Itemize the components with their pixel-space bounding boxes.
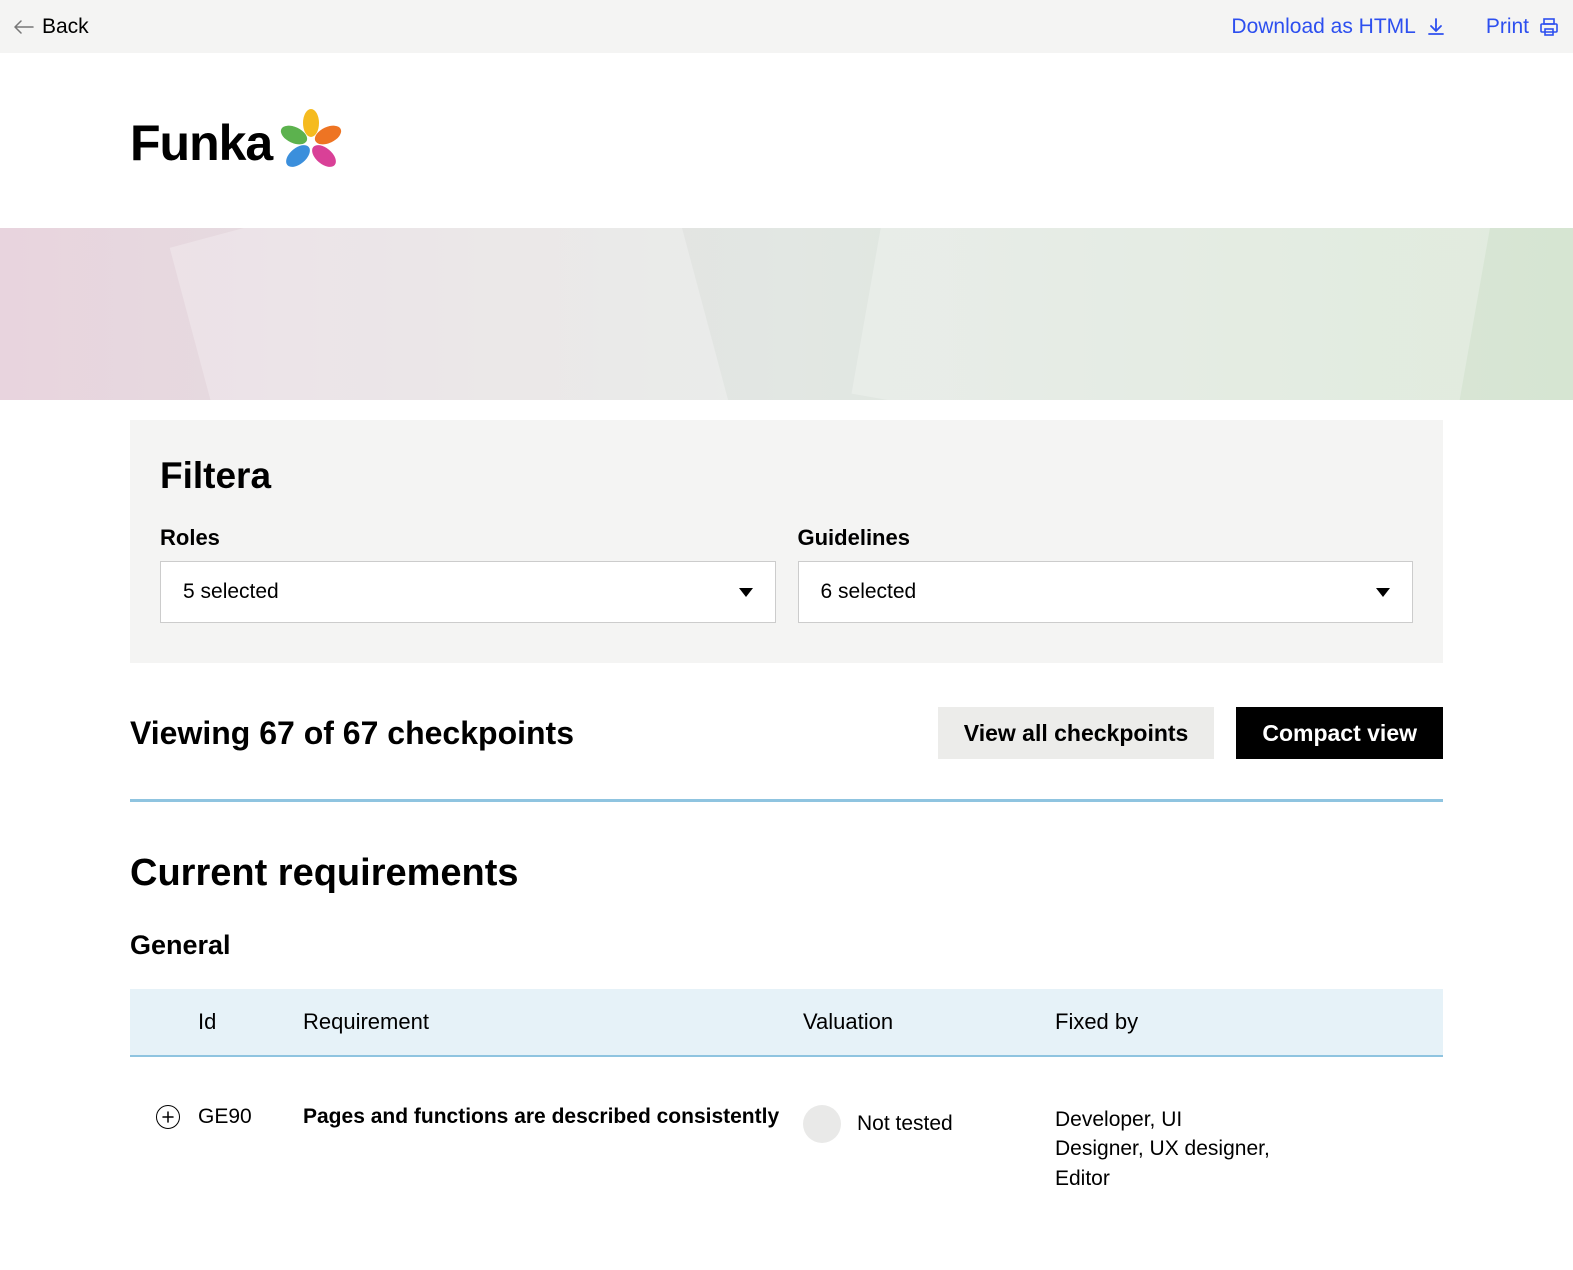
back-label: Back xyxy=(42,15,89,39)
view-all-button[interactable]: View all checkpoints xyxy=(938,707,1215,759)
filter-panel: Filtera Roles 5 selected Guidelines 6 se… xyxy=(130,420,1443,663)
logo-text: Funka xyxy=(130,114,272,172)
logo-flower-icon xyxy=(276,108,346,178)
row-valuation-cell: Not tested xyxy=(803,1105,1055,1143)
topbar-actions: Download as HTML Print xyxy=(1231,15,1559,39)
filter-roles: Roles 5 selected xyxy=(160,525,776,623)
roles-select[interactable]: 5 selected xyxy=(160,561,776,623)
col-valuation-header: Valuation xyxy=(803,1009,1055,1035)
filter-row: Roles 5 selected Guidelines 6 selected xyxy=(160,525,1413,623)
filter-guidelines: Guidelines 6 selected xyxy=(798,525,1414,623)
content: Filtera Roles 5 selected Guidelines 6 se… xyxy=(110,420,1463,1253)
plus-icon xyxy=(162,1111,174,1123)
col-expand xyxy=(130,1009,198,1035)
download-label: Download as HTML xyxy=(1231,15,1415,39)
roles-label: Roles xyxy=(160,525,776,551)
table-row: GE90 Pages and functions are described c… xyxy=(130,1057,1443,1193)
requirements-title: Current requirements xyxy=(130,852,1443,895)
col-fixedby-header: Fixed by xyxy=(1055,1009,1270,1035)
view-buttons: View all checkpoints Compact view xyxy=(938,707,1443,759)
chevron-down-icon xyxy=(739,588,753,597)
print-link[interactable]: Print xyxy=(1486,15,1559,39)
back-button[interactable]: Back xyxy=(14,15,89,39)
viewing-count: Viewing 67 of 67 checkpoints xyxy=(130,715,574,752)
compact-view-button[interactable]: Compact view xyxy=(1236,707,1443,759)
col-id-header: Id xyxy=(198,1009,303,1035)
roles-value: 5 selected xyxy=(183,580,279,604)
print-label: Print xyxy=(1486,15,1529,39)
logo-area: Funka xyxy=(0,53,1573,228)
expand-button[interactable] xyxy=(156,1105,180,1129)
row-id: GE90 xyxy=(198,1105,303,1129)
guidelines-label: Guidelines xyxy=(798,525,1414,551)
download-html-link[interactable]: Download as HTML xyxy=(1231,15,1445,39)
table-header: Id Requirement Valuation Fixed by xyxy=(130,989,1443,1057)
status-dot-icon xyxy=(803,1105,841,1143)
guidelines-select[interactable]: 6 selected xyxy=(798,561,1414,623)
hero-banner xyxy=(0,228,1573,400)
viewing-bar: Viewing 67 of 67 checkpoints View all ch… xyxy=(130,707,1443,759)
arrow-left-icon xyxy=(14,20,34,34)
expand-cell xyxy=(130,1105,198,1129)
chevron-down-icon xyxy=(1376,588,1390,597)
row-requirement: Pages and functions are described consis… xyxy=(303,1105,803,1129)
row-valuation: Not tested xyxy=(857,1112,953,1136)
filter-title: Filtera xyxy=(160,455,1413,497)
divider xyxy=(130,799,1443,802)
col-requirement-header: Requirement xyxy=(303,1009,803,1035)
download-icon xyxy=(1426,17,1446,37)
print-icon xyxy=(1539,17,1559,37)
general-title: General xyxy=(130,930,1443,961)
topbar: Back Download as HTML Print xyxy=(0,0,1573,53)
row-fixedby: Developer, UI Designer, UX designer, Edi… xyxy=(1055,1105,1270,1193)
logo: Funka xyxy=(130,108,1573,178)
guidelines-value: 6 selected xyxy=(821,580,917,604)
